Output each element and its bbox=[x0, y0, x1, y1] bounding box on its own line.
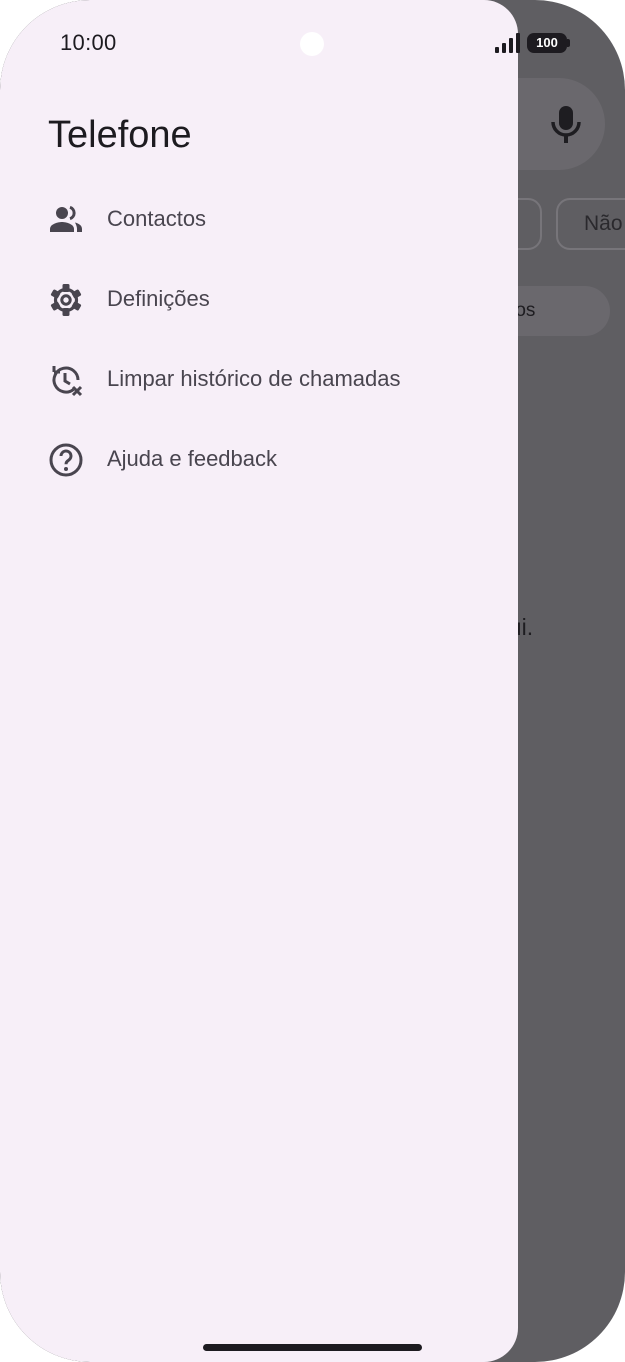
contacts-icon bbox=[50, 205, 82, 232]
menu-item-clear-call-history[interactable]: Limpar histórico de chamadas bbox=[0, 344, 518, 416]
menu-item-settings[interactable]: Definições bbox=[0, 264, 518, 336]
camera-cutout bbox=[300, 32, 324, 56]
menu-item-contacts-label: Contactos bbox=[107, 206, 207, 231]
clear-history-icon bbox=[52, 366, 83, 397]
battery-icon: 100 bbox=[527, 33, 570, 53]
signal-strength-icon bbox=[495, 33, 520, 53]
drawer-title: Telefone bbox=[48, 114, 192, 156]
menu-item-settings-label: Definições bbox=[107, 286, 210, 311]
help-icon bbox=[49, 443, 83, 477]
navigation-drawer: Telefone Contactos Definições Limpar his… bbox=[0, 0, 518, 1362]
menu-item-help-feedback-label: Ajuda e feedback bbox=[107, 446, 278, 471]
home-gesture-bar[interactable] bbox=[203, 1344, 422, 1351]
status-bar-time: 10:00 bbox=[60, 30, 117, 55]
gear-icon bbox=[50, 284, 82, 316]
phone-screen: Não actos qui. Telefone Contactos bbox=[0, 0, 625, 1362]
menu-item-contacts[interactable]: Contactos bbox=[0, 184, 518, 256]
menu-item-help-feedback[interactable]: Ajuda e feedback bbox=[0, 424, 518, 496]
microphone-icon bbox=[551, 106, 581, 143]
background-filter-chip-2: Não bbox=[556, 198, 625, 250]
menu-item-clear-call-history-label: Limpar histórico de chamadas bbox=[107, 366, 401, 391]
